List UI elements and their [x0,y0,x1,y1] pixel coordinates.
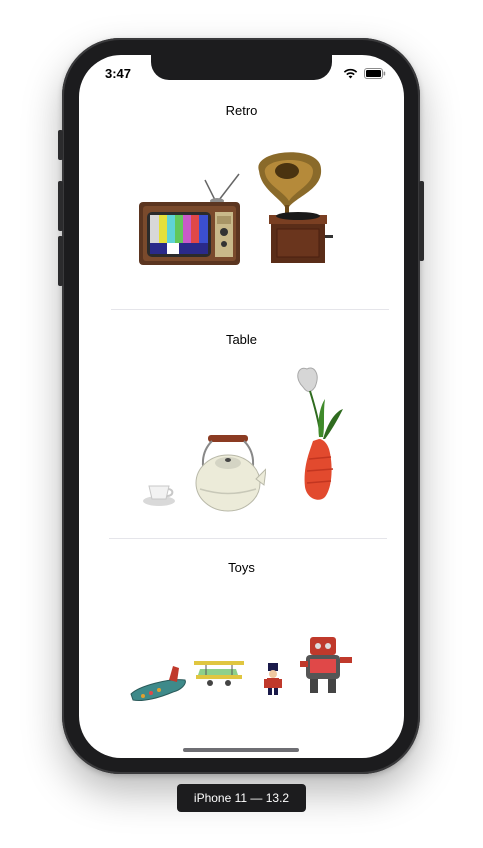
notch [151,55,332,80]
power-button [419,181,424,261]
gramophone-icon[interactable] [251,149,337,265]
status-icons [343,68,386,79]
toy-plane-icon[interactable] [129,660,189,704]
tulip-vase-icon[interactable] [293,367,347,507]
device-label: iPhone 11 — 13.2 [177,784,306,812]
kettle-icon[interactable] [190,433,266,513]
biplane-icon[interactable] [192,655,246,691]
section-title-retro: Retro [225,103,258,118]
volume-down-button [58,236,63,286]
tv-icon[interactable] [137,170,242,268]
toy-soldier-icon[interactable] [262,662,284,696]
section-divider [109,538,387,539]
wifi-icon [343,68,358,79]
status-time: 3:47 [105,66,132,81]
section-title-toys: Toys [228,560,255,575]
mute-switch [58,130,63,160]
section-title-table: Table [225,332,258,347]
section-divider [111,309,389,310]
app-screen: 3:47 Retro Table Toys [79,55,404,758]
toy-robot-icon[interactable] [300,633,356,697]
battery-icon [364,68,386,79]
volume-up-button [58,181,63,231]
teacup-icon[interactable] [142,480,176,508]
home-indicator[interactable] [183,748,299,752]
